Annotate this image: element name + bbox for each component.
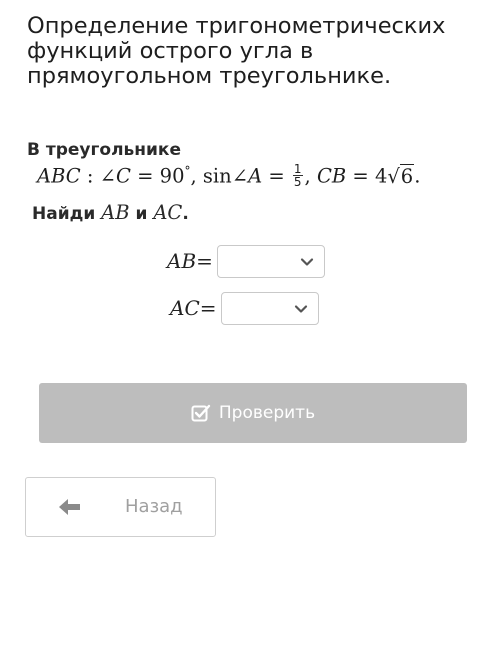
equals-2: = bbox=[262, 164, 291, 188]
answer-row-ac: AC = bbox=[170, 291, 319, 325]
check-button[interactable]: Проверить bbox=[39, 383, 467, 443]
angle-vertex-a: A bbox=[248, 164, 263, 188]
ac-answer-select[interactable] bbox=[220, 291, 319, 325]
problem-intro: В треугольнике bbox=[27, 140, 181, 160]
find-prefix: Найди bbox=[32, 204, 102, 224]
angle-value: = 90 bbox=[130, 164, 185, 188]
answer-equals-ac: = bbox=[199, 296, 217, 320]
back-button[interactable]: Назад bbox=[25, 477, 216, 537]
page-title: Определение тригонометрических функций о… bbox=[27, 13, 446, 89]
sqrt-argument: 6 bbox=[399, 163, 415, 188]
arrow-left-icon bbox=[59, 499, 80, 515]
triangle-name: ABC bbox=[37, 164, 81, 188]
square-root: √6 bbox=[387, 163, 415, 188]
angle-symbol-2: ∠ bbox=[231, 164, 249, 188]
sin-function: sin bbox=[202, 164, 232, 188]
fraction-denominator: 5 bbox=[293, 174, 302, 189]
check-button-label: Проверить bbox=[218, 403, 316, 423]
find-side-ab: AB bbox=[101, 201, 130, 224]
angle-vertex-c: C bbox=[116, 164, 131, 188]
find-instruction: Найди AB и AC. bbox=[32, 201, 189, 224]
chevron-down-icon bbox=[294, 304, 307, 313]
angle-symbol: ∠ bbox=[99, 164, 117, 188]
chevron-down-icon bbox=[300, 257, 314, 266]
fraction-numerator: 1 bbox=[292, 161, 303, 176]
problem-statement: ABC : ∠C = 90°, sin∠A = 15, CB = 4√6. bbox=[37, 161, 421, 190]
statement-period: . bbox=[414, 164, 421, 188]
back-button-label: Назад bbox=[125, 496, 183, 517]
answer-label-ac: AC bbox=[170, 296, 200, 320]
side-value: = 4 bbox=[346, 164, 388, 188]
ab-answer-select[interactable] bbox=[216, 244, 325, 278]
answer-label-ab: AB bbox=[167, 249, 197, 273]
separator-1: , bbox=[190, 164, 203, 188]
sqrt-symbol: √ bbox=[387, 164, 400, 188]
answer-equals-ab: = bbox=[196, 249, 213, 273]
separator-2: , bbox=[304, 164, 317, 188]
find-side-ac: AC bbox=[153, 201, 183, 224]
colon: : bbox=[80, 164, 100, 188]
answer-row-ab: AB = bbox=[167, 244, 325, 278]
checkbox-icon bbox=[191, 404, 211, 422]
find-conjunction: и bbox=[129, 204, 154, 224]
fraction: 15 bbox=[292, 161, 303, 189]
find-period: . bbox=[182, 204, 189, 224]
side-cb: CB bbox=[316, 164, 347, 188]
